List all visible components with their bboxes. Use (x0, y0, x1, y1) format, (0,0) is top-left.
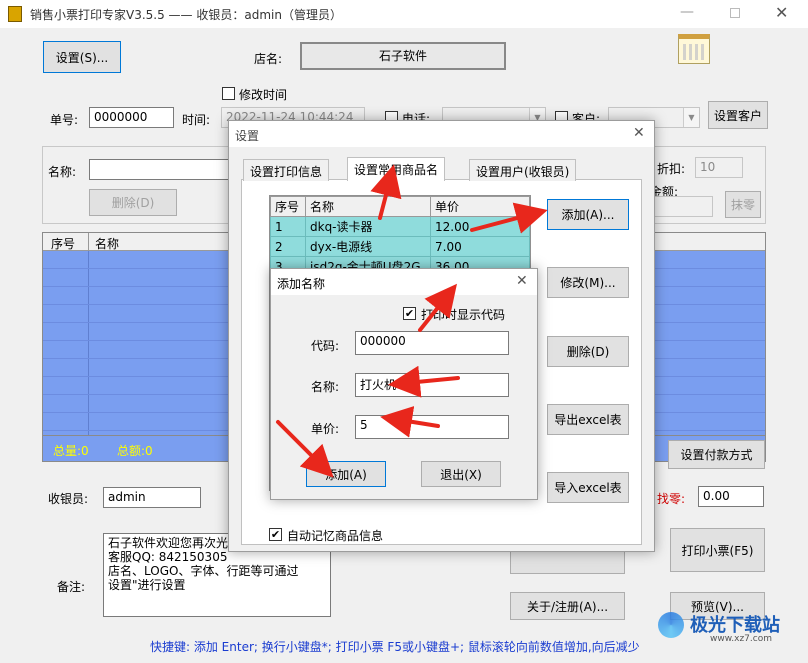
annotation-arrows (276, 164, 548, 478)
watermark: 极光下载站 www.xz7.com (650, 608, 808, 648)
watermark-logo-icon (658, 612, 684, 638)
arrow-confirm (276, 420, 334, 478)
arrow-show-code (418, 283, 457, 332)
arrow-tab (370, 164, 402, 220)
arrow-name (388, 365, 460, 398)
arrow-add (470, 202, 548, 234)
watermark-url: www.xz7.com (710, 634, 772, 644)
arrow-price (380, 405, 440, 438)
